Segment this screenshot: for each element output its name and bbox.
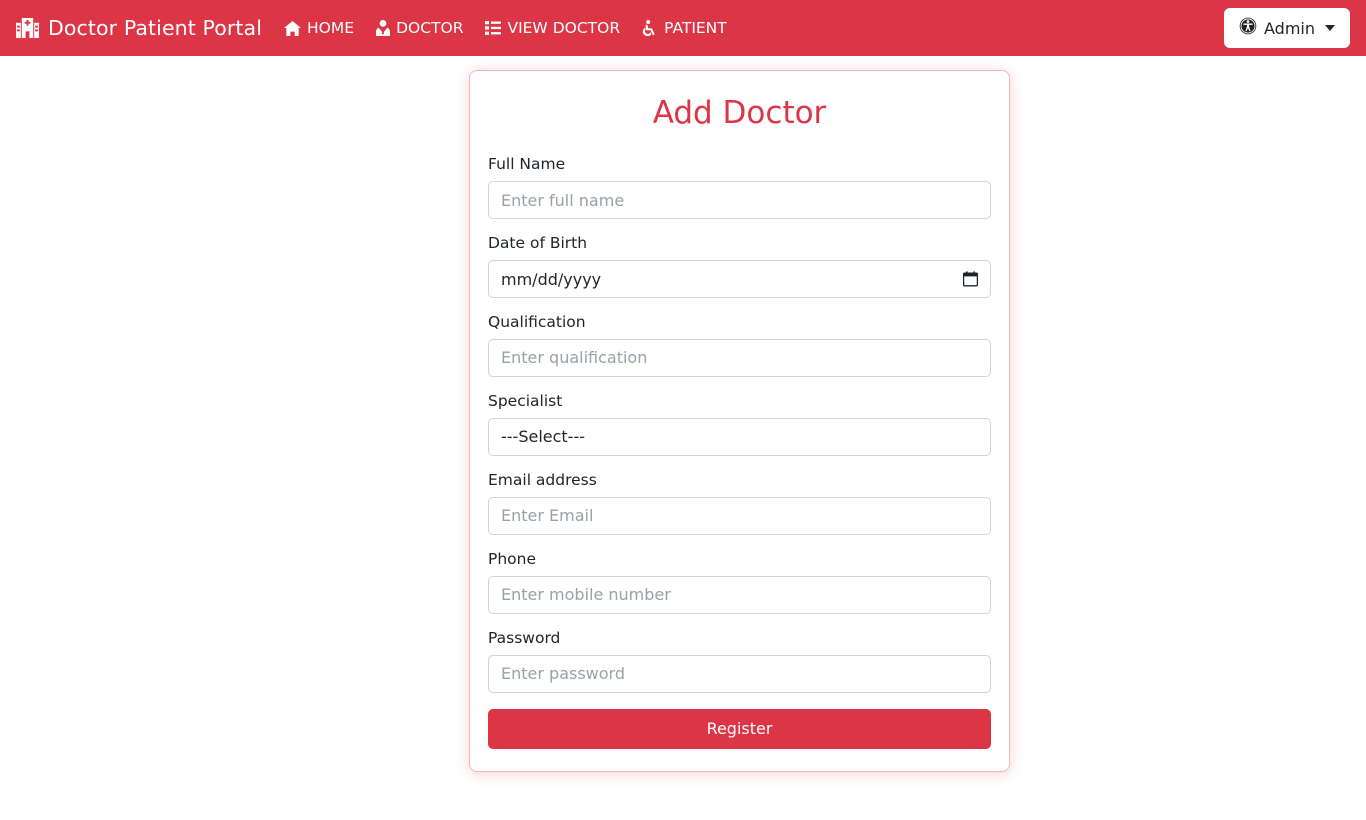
field-full-name: Full Name [488, 154, 991, 220]
email-input[interactable] [488, 496, 991, 535]
date-of-birth-input[interactable]: mm/dd/yyyy [488, 260, 991, 299]
navbar-right: Admin [1224, 8, 1350, 48]
nav-links: HOME DOCTOR VIEW DOCTOR PATIENT [284, 19, 727, 37]
nav-link-home[interactable]: HOME [284, 19, 354, 37]
phone-input[interactable] [488, 575, 991, 614]
label-qualification: Qualification [488, 313, 586, 332]
nav-label-doctor: DOCTOR [396, 19, 464, 37]
nav-link-doctor[interactable]: DOCTOR [376, 19, 463, 37]
home-icon [284, 20, 301, 36]
label-date-of-birth: Date of Birth [488, 234, 588, 253]
admin-dropdown-button[interactable]: Admin [1224, 8, 1350, 48]
add-doctor-card: Add Doctor Full Name Date of Birth mm/dd… [469, 70, 1010, 772]
chevron-down-icon [1325, 25, 1335, 31]
universal-access-icon [1239, 17, 1257, 39]
field-date-of-birth: Date of Birth mm/dd/yyyy [488, 233, 991, 299]
field-specialist: Specialist ---Select--- [488, 391, 991, 456]
add-doctor-form: Full Name Date of Birth mm/dd/yyyy [488, 154, 991, 749]
label-full-name: Full Name [488, 155, 566, 174]
nav-link-patient[interactable]: PATIENT [642, 19, 727, 37]
nav-link-view-doctor[interactable]: VIEW DOCTOR [485, 19, 620, 37]
page-body: Add Doctor Full Name Date of Birth mm/dd… [0, 56, 1366, 820]
label-phone: Phone [488, 549, 537, 568]
field-password: Password [488, 628, 991, 693]
specialist-selected-value: ---Select--- [501, 427, 585, 447]
nav-item-doctor[interactable]: DOCTOR [376, 19, 463, 37]
password-input[interactable] [488, 654, 991, 693]
list-icon [485, 21, 502, 35]
wheelchair-icon [642, 20, 658, 36]
brand-link[interactable]: Doctor Patient Portal [16, 16, 262, 40]
specialist-select[interactable]: ---Select--- [488, 417, 991, 456]
register-button[interactable]: Register [488, 708, 991, 749]
nav-item-home[interactable]: HOME [284, 19, 354, 37]
nav-item-view-doctor[interactable]: VIEW DOCTOR [485, 19, 620, 37]
nav-item-patient[interactable]: PATIENT [642, 19, 727, 37]
label-specialist: Specialist [488, 391, 563, 410]
field-email: Email address [488, 470, 991, 535]
hospital-icon [16, 17, 39, 39]
label-password: Password [488, 628, 561, 647]
nav-label-patient: PATIENT [664, 19, 727, 37]
nav-label-view-doctor: VIEW DOCTOR [507, 19, 621, 37]
admin-label: Admin [1264, 18, 1315, 38]
date-of-birth-placeholder: mm/dd/yyyy [501, 269, 602, 289]
field-phone: Phone [488, 549, 991, 614]
qualification-input[interactable] [488, 338, 991, 377]
user-md-icon [376, 20, 391, 36]
brand-label: Doctor Patient Portal [48, 16, 263, 40]
field-qualification: Qualification [488, 312, 991, 377]
nav-label-home: HOME [307, 19, 355, 37]
full-name-input[interactable] [488, 181, 991, 220]
page-title: Add Doctor [652, 95, 827, 131]
label-email: Email address [488, 470, 597, 489]
top-navbar: Doctor Patient Portal HOME DOCTOR VIEW D… [0, 0, 1366, 56]
calendar-icon[interactable] [963, 271, 978, 287]
